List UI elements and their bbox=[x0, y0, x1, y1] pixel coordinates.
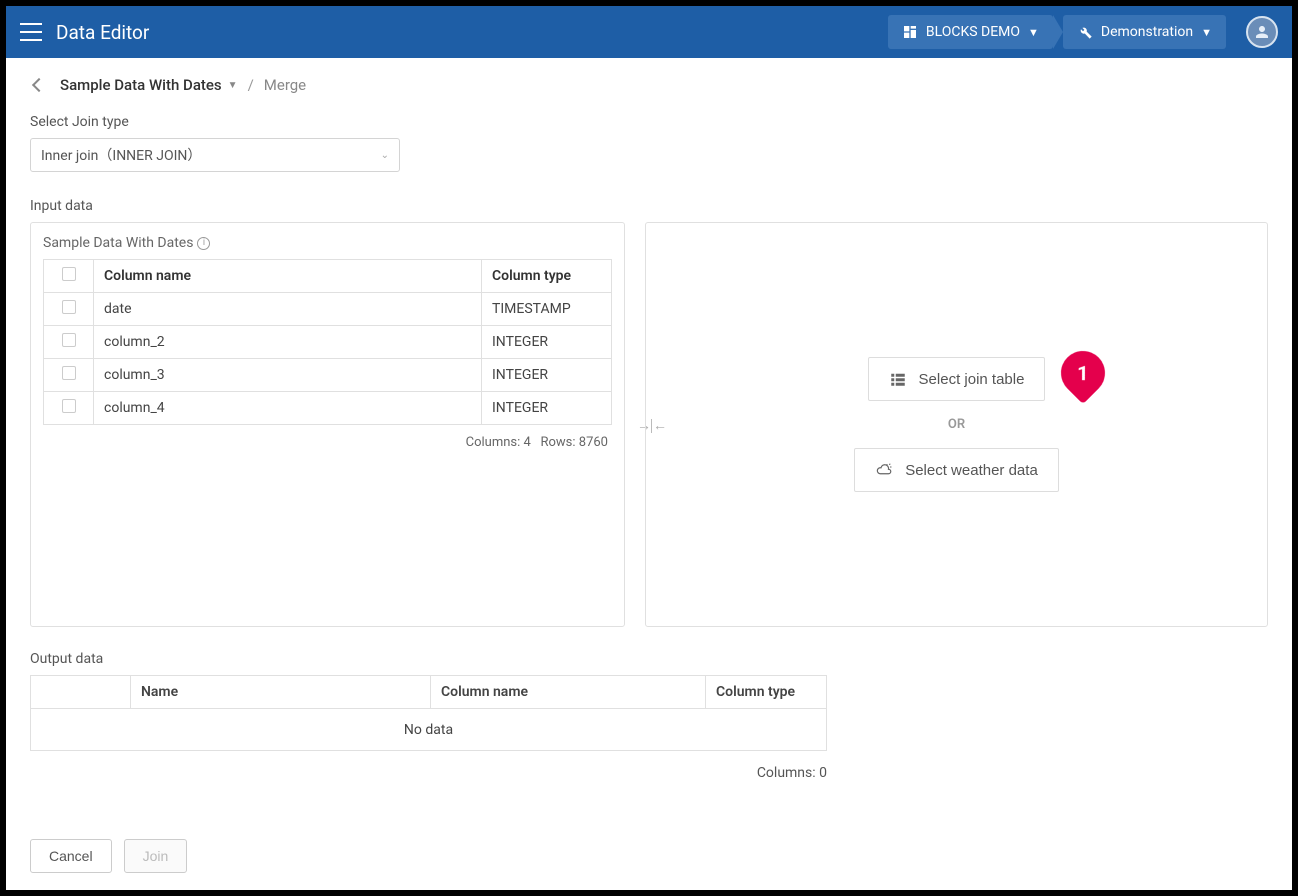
input-panel-title: Sample Data With Dates i bbox=[43, 235, 612, 251]
join-button[interactable]: Join bbox=[124, 839, 188, 873]
breadcrumb: Sample Data With Dates ▼ / Merge bbox=[30, 76, 1268, 94]
breadcrumb-main[interactable]: Sample Data With Dates ▼ bbox=[60, 76, 238, 94]
cancel-button[interactable]: Cancel bbox=[30, 839, 112, 873]
panels: Sample Data With Dates i Column name Col… bbox=[30, 222, 1268, 627]
table-row: column_4 INTEGER bbox=[44, 392, 612, 425]
output-coltype-header: Column type bbox=[706, 676, 827, 709]
cell-name: column_2 bbox=[94, 326, 482, 359]
input-table: Column name Column type date TIMESTAMP c bbox=[43, 259, 612, 425]
select-join-table-button[interactable]: Select join table bbox=[868, 357, 1046, 401]
no-data-cell: No data bbox=[31, 709, 827, 751]
cell-type: INTEGER bbox=[482, 392, 612, 425]
input-data-label: Input data bbox=[30, 198, 1268, 214]
breadcrumb-sub: Merge bbox=[264, 76, 306, 94]
row-checkbox[interactable] bbox=[62, 399, 76, 413]
no-data-row: No data bbox=[31, 709, 827, 751]
join-panel: Select join table OR Select weather data bbox=[645, 222, 1268, 627]
tool-chip-label: Demonstration bbox=[1101, 24, 1193, 40]
menu-icon[interactable] bbox=[20, 23, 42, 41]
footer-cols: Columns: 4 bbox=[466, 435, 531, 450]
cell-name: column_3 bbox=[94, 359, 482, 392]
input-panel-title-text: Sample Data With Dates bbox=[43, 235, 193, 251]
footer-rows: Rows: 8760 bbox=[540, 435, 608, 450]
input-table-footer: Columns: 4 Rows: 8760 bbox=[43, 435, 612, 450]
project-chip[interactable]: BLOCKS DEMO ▼ bbox=[888, 15, 1053, 49]
bottom-buttons: Cancel Join bbox=[30, 839, 1268, 873]
content: Sample Data With Dates ▼ / Merge Select … bbox=[6, 58, 1292, 890]
user-icon bbox=[1253, 23, 1271, 41]
back-icon[interactable] bbox=[32, 78, 46, 92]
cell-type: INTEGER bbox=[482, 359, 612, 392]
annotation-number: 1 bbox=[1077, 361, 1088, 385]
caret-down-icon: ▼ bbox=[1028, 26, 1039, 39]
chevron-down-icon: ⌄ bbox=[381, 150, 389, 161]
app-header: Data Editor BLOCKS DEMO ▼ Demonstration … bbox=[6, 6, 1292, 58]
select-join-table-label: Select join table bbox=[919, 371, 1025, 388]
select-weather-button[interactable]: Select weather data bbox=[854, 448, 1059, 492]
select-weather-label: Select weather data bbox=[905, 462, 1038, 479]
avatar[interactable] bbox=[1246, 16, 1278, 48]
header-checkbox[interactable] bbox=[62, 267, 76, 281]
breadcrumb-separator: / bbox=[248, 76, 254, 94]
join-type-value: Inner join（INNER JOIN） bbox=[41, 145, 201, 165]
layout-icon bbox=[902, 24, 918, 40]
caret-down-icon: ▼ bbox=[1201, 26, 1212, 39]
output-table: Name Column name Column type No data bbox=[30, 675, 827, 751]
app-title: Data Editor bbox=[56, 21, 149, 44]
cell-name: date bbox=[94, 293, 482, 326]
output-blank-header bbox=[31, 676, 131, 709]
breadcrumb-main-label: Sample Data With Dates bbox=[60, 76, 222, 94]
wrench-icon bbox=[1077, 24, 1093, 40]
table-icon bbox=[889, 370, 907, 388]
join-type-label: Select Join type bbox=[30, 114, 1268, 130]
or-text: OR bbox=[948, 417, 965, 432]
output-name-header: Name bbox=[131, 676, 431, 709]
output-footer: Columns: 0 bbox=[30, 765, 827, 781]
input-col-type-header: Column type bbox=[482, 260, 612, 293]
output-section: Output data Name Column name Column type… bbox=[30, 651, 1268, 781]
row-checkbox[interactable] bbox=[62, 333, 76, 347]
row-checkbox[interactable] bbox=[62, 300, 76, 314]
input-col-name-header: Column name bbox=[94, 260, 482, 293]
project-chip-label: BLOCKS DEMO bbox=[926, 24, 1020, 40]
output-colname-header: Column name bbox=[431, 676, 706, 709]
info-icon[interactable]: i bbox=[197, 237, 210, 250]
tool-chip[interactable]: Demonstration ▼ bbox=[1063, 15, 1226, 49]
table-row: column_2 INTEGER bbox=[44, 326, 612, 359]
header-chips: BLOCKS DEMO ▼ Demonstration ▼ bbox=[888, 15, 1278, 49]
caret-down-icon: ▼ bbox=[228, 80, 238, 91]
join-type-select[interactable]: Inner join（INNER JOIN） ⌄ bbox=[30, 138, 400, 172]
cell-name: column_4 bbox=[94, 392, 482, 425]
weather-icon bbox=[875, 461, 893, 479]
app-frame: Data Editor BLOCKS DEMO ▼ Demonstration … bbox=[6, 6, 1292, 890]
row-checkbox[interactable] bbox=[62, 366, 76, 380]
cell-type: INTEGER bbox=[482, 326, 612, 359]
cell-type: TIMESTAMP bbox=[482, 293, 612, 326]
table-row: column_3 INTEGER bbox=[44, 359, 612, 392]
table-row: date TIMESTAMP bbox=[44, 293, 612, 326]
input-panel: Sample Data With Dates i Column name Col… bbox=[30, 222, 625, 627]
output-label: Output data bbox=[30, 651, 1268, 667]
